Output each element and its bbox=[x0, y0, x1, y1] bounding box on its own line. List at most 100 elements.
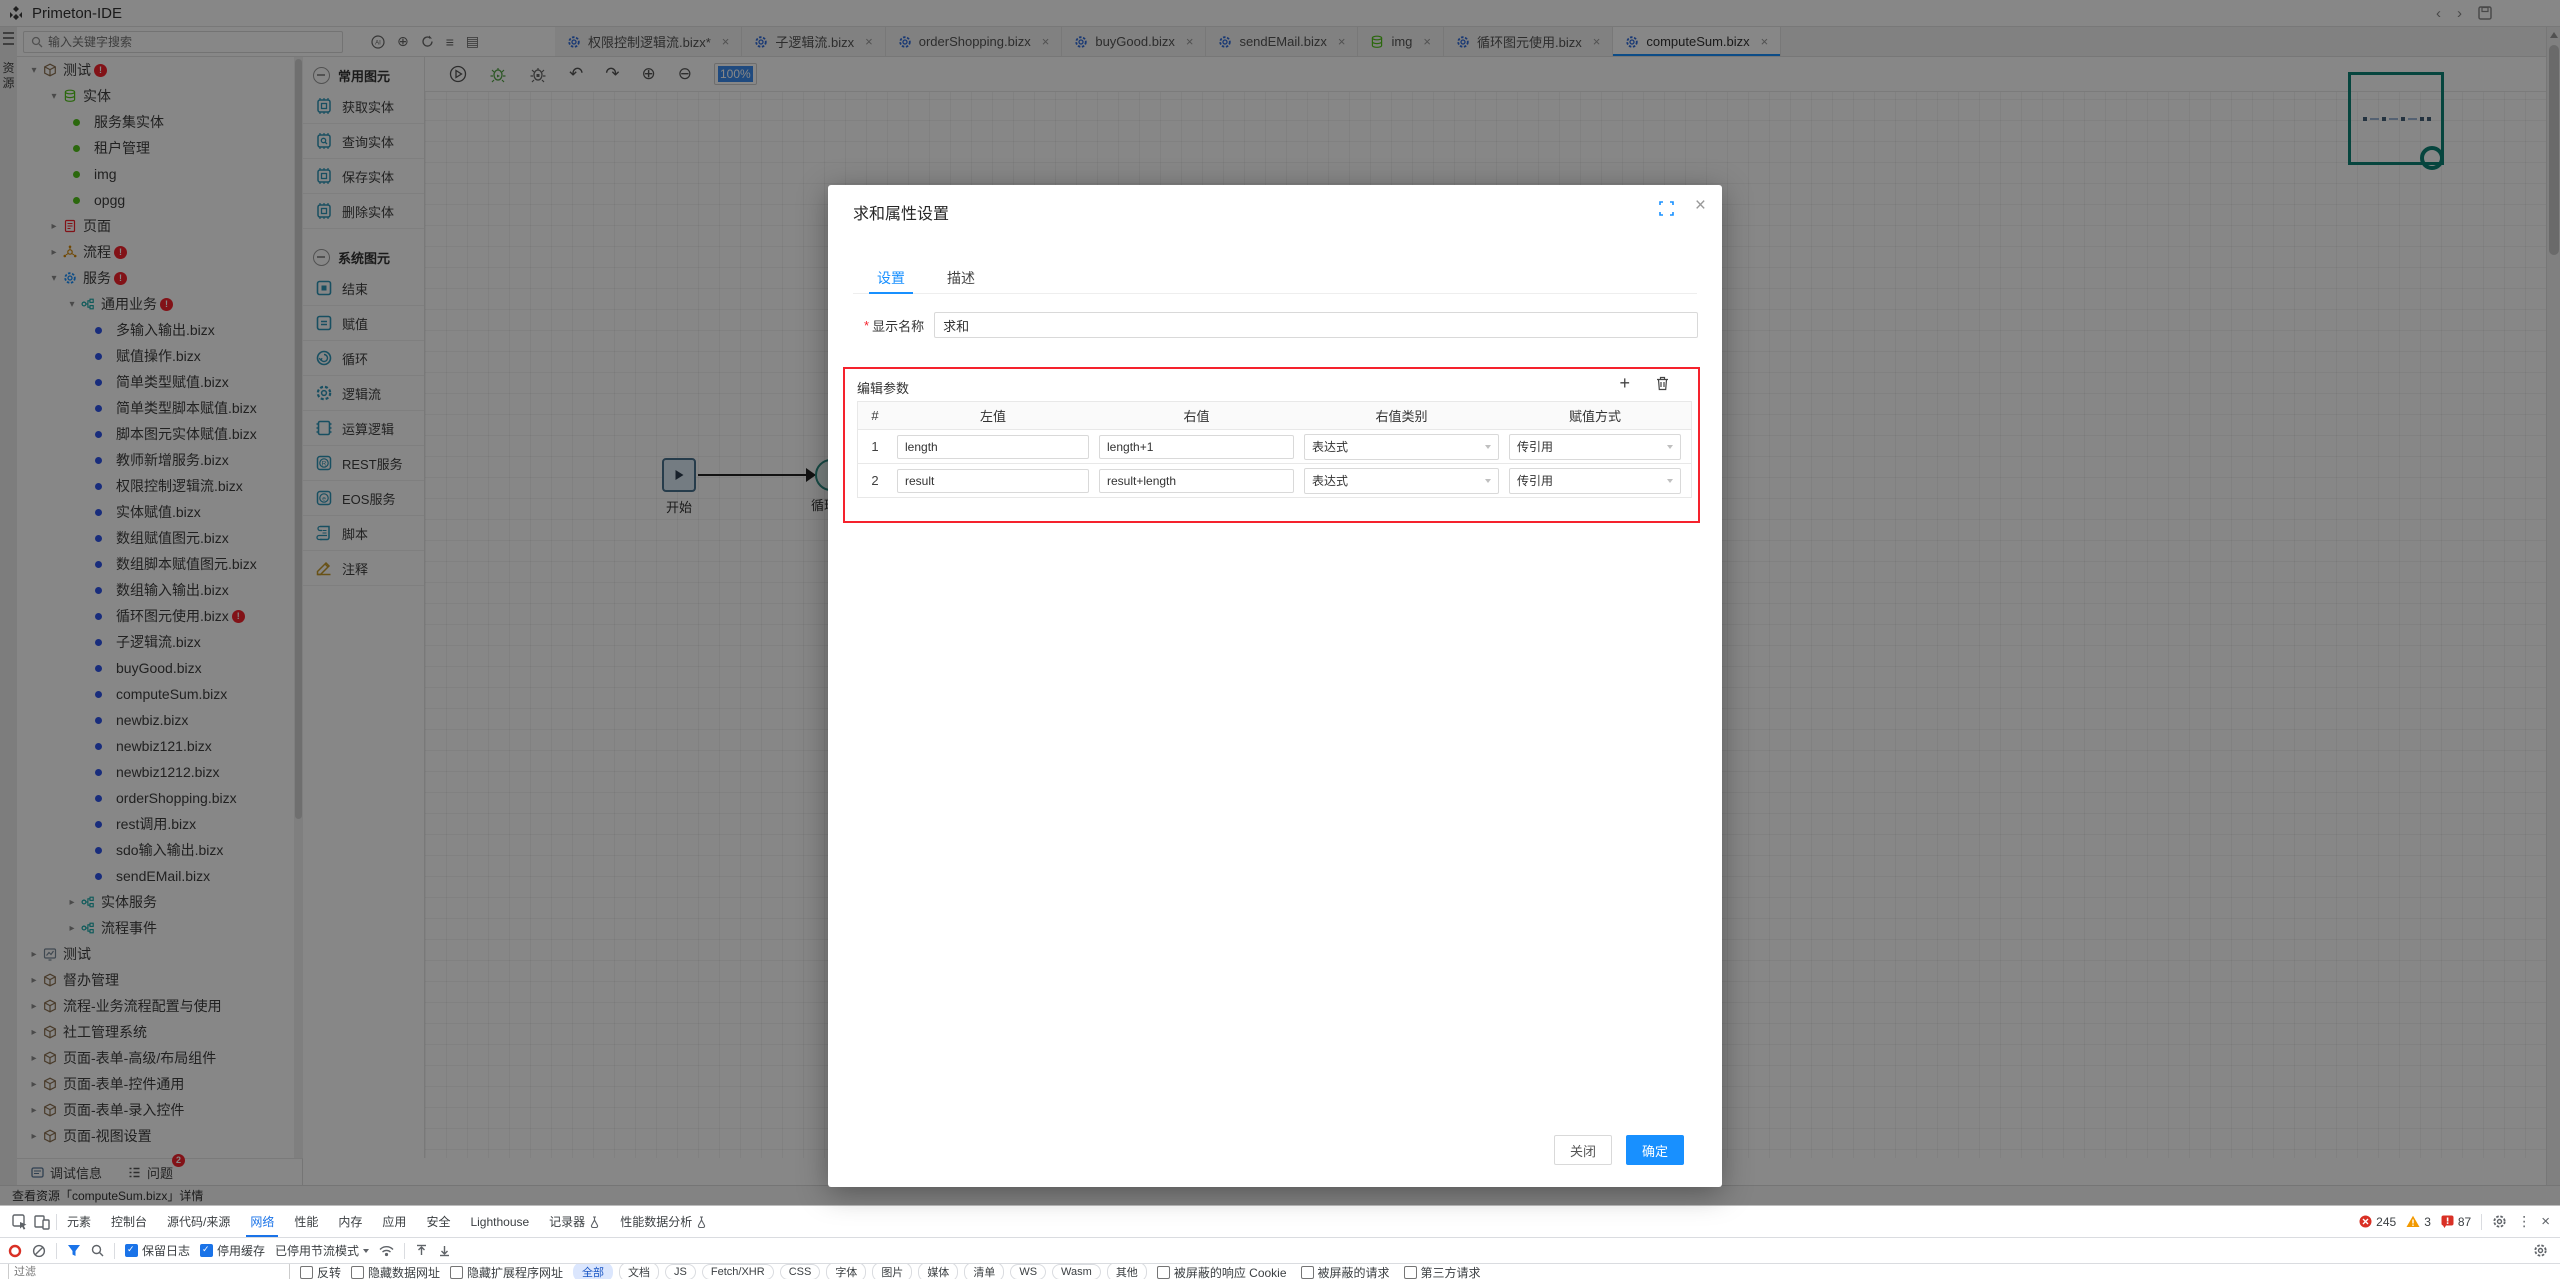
row-1-mode-select[interactable]: 传引用 bbox=[1509, 434, 1681, 460]
issues-icon bbox=[2441, 1215, 2454, 1228]
dialog-tab-设置[interactable]: 设置 bbox=[873, 263, 909, 293]
devtools-tab-label: 网络 bbox=[250, 1213, 274, 1230]
hide-data-urls-checkbox[interactable]: 隐藏数据网址 bbox=[351, 1264, 440, 1279]
filter-pill-JS[interactable]: JS bbox=[665, 1264, 696, 1279]
hide-extension-urls-checkbox[interactable]: 隐藏扩展程序网址 bbox=[450, 1264, 563, 1279]
devtools-tab-label: 记录器 bbox=[549, 1213, 585, 1230]
column-header: 右值类别 bbox=[1299, 406, 1504, 425]
dialog-tabs: 设置 描述 bbox=[853, 263, 1697, 294]
filter-pill-其他[interactable]: 其他 bbox=[1107, 1264, 1147, 1279]
flask-icon bbox=[589, 1216, 600, 1228]
export-har-icon[interactable] bbox=[438, 1244, 451, 1257]
filter-pill-CSS[interactable]: CSS bbox=[780, 1264, 821, 1279]
devtools-tab-性能数据分析[interactable]: 性能数据分析 bbox=[610, 1206, 717, 1237]
error-icon bbox=[2359, 1215, 2372, 1228]
network-toolbar: 保留日志 停用缓存 已停用节流模式 bbox=[0, 1238, 2560, 1264]
throttling-select[interactable]: 已停用节流模式 bbox=[275, 1242, 369, 1259]
devtools-close-icon[interactable]: × bbox=[2541, 1213, 2550, 1230]
network-filter-input[interactable] bbox=[8, 1264, 290, 1279]
filter-checkbox-3[interactable]: 第三方请求 bbox=[1404, 1264, 1481, 1279]
param-row: 2表达式传引用 bbox=[858, 464, 1691, 498]
edit-params-highlight-box: 编辑参数 + #左值右值右值类别赋值方式1表达式传引用2表达式传引用 bbox=[843, 367, 1700, 523]
inspect-element-icon[interactable] bbox=[12, 1214, 28, 1230]
devtools-tab-label: 应用 bbox=[382, 1213, 406, 1230]
devtools-tab-源代码/来源[interactable]: 源代码/来源 bbox=[157, 1206, 240, 1237]
devtools-tab-内存[interactable]: 内存 bbox=[328, 1206, 372, 1237]
add-param-icon[interactable]: + bbox=[1619, 373, 1630, 394]
display-name-label: 显示名称 bbox=[872, 316, 924, 335]
devtools-tab-label: 元素 bbox=[67, 1213, 91, 1230]
devtools-tab-记录器[interactable]: 记录器 bbox=[539, 1206, 610, 1237]
devtools-settings-icon[interactable] bbox=[2492, 1214, 2507, 1229]
display-name-row: * 显示名称 bbox=[864, 311, 1698, 339]
filter-pill-图片[interactable]: 图片 bbox=[872, 1264, 912, 1279]
filter-pill-字体[interactable]: 字体 bbox=[826, 1264, 866, 1279]
row-1-type-select[interactable]: 表达式 bbox=[1304, 434, 1499, 460]
dialog-tab-描述[interactable]: 描述 bbox=[943, 263, 979, 293]
close-icon[interactable]: × bbox=[1695, 195, 1706, 217]
preserve-log-checkbox[interactable]: 保留日志 bbox=[125, 1242, 190, 1259]
row-2-left-input[interactable] bbox=[897, 469, 1089, 493]
invert-checkbox[interactable]: 反转 bbox=[300, 1264, 341, 1279]
column-header: 左值 bbox=[892, 406, 1094, 425]
chevron-down-icon bbox=[1485, 445, 1491, 449]
column-header: # bbox=[858, 408, 892, 423]
filter-pill-文档[interactable]: 文档 bbox=[619, 1264, 659, 1279]
row-1-left-input[interactable] bbox=[897, 435, 1089, 459]
filter-pill-清单[interactable]: 清单 bbox=[964, 1264, 1004, 1279]
devtools-tab-控制台[interactable]: 控制台 bbox=[101, 1206, 157, 1237]
selected-value: 表达式 bbox=[1312, 438, 1348, 455]
delete-param-icon[interactable] bbox=[1655, 376, 1670, 391]
disable-cache-checkbox[interactable]: 停用缓存 bbox=[200, 1242, 265, 1259]
ok-button[interactable]: 确定 bbox=[1626, 1135, 1684, 1165]
filter-pill-WS[interactable]: WS bbox=[1010, 1264, 1046, 1279]
devtools-menu-icon[interactable]: ⋮ bbox=[2517, 1213, 2531, 1230]
warning-count[interactable]: 3 bbox=[2406, 1215, 2431, 1229]
checkbox-label: 被屏蔽的响应 Cookie bbox=[1174, 1264, 1287, 1279]
dialog-footer: 关闭 确定 bbox=[1554, 1135, 1684, 1165]
devtools-tab-元素[interactable]: 元素 bbox=[57, 1206, 101, 1237]
sum-properties-dialog: 求和属性设置 × 设置描述 * 显示名称 编辑参数 + #左值右值右值类别赋值方… bbox=[828, 185, 1722, 1187]
display-name-input[interactable] bbox=[934, 312, 1698, 338]
devtools-tab-Lighthouse[interactable]: Lighthouse bbox=[460, 1206, 539, 1237]
import-har-icon[interactable] bbox=[415, 1244, 428, 1257]
close-button[interactable]: 关闭 bbox=[1554, 1135, 1612, 1165]
row-1-right-input[interactable] bbox=[1099, 435, 1294, 459]
devtools-tab-网络[interactable]: 网络 bbox=[240, 1206, 284, 1237]
row-2-type-select[interactable]: 表达式 bbox=[1304, 468, 1499, 494]
filter-checkbox-1[interactable]: 被屏蔽的响应 Cookie bbox=[1157, 1264, 1287, 1279]
row-2-right-input[interactable] bbox=[1099, 469, 1294, 493]
clear-network-icon[interactable] bbox=[32, 1244, 46, 1258]
search-network-icon[interactable] bbox=[91, 1244, 104, 1257]
filter-checkbox-2[interactable]: 被屏蔽的请求 bbox=[1301, 1264, 1390, 1279]
request-type-pills: 全部文档 JS Fetch/XHR CSS 字体图片媒体清单 WS Wasm 其他 bbox=[573, 1264, 1147, 1279]
fullscreen-icon[interactable] bbox=[1659, 201, 1674, 216]
device-toolbar-icon[interactable] bbox=[34, 1214, 50, 1230]
selected-value: 表达式 bbox=[1312, 472, 1348, 489]
devtools-tab-性能[interactable]: 性能 bbox=[284, 1206, 328, 1237]
flask-icon bbox=[696, 1216, 707, 1228]
chevron-down-icon bbox=[1485, 479, 1491, 483]
devtools-tab-label: 性能数据分析 bbox=[620, 1213, 692, 1230]
column-header: 赋值方式 bbox=[1504, 406, 1686, 425]
error-count[interactable]: 245 bbox=[2359, 1215, 2396, 1229]
row-index: 1 bbox=[858, 439, 892, 454]
devtools-tab-安全[interactable]: 安全 bbox=[416, 1206, 460, 1237]
checkbox-icon bbox=[1301, 1266, 1314, 1279]
filter-pill-媒体[interactable]: 媒体 bbox=[918, 1264, 958, 1279]
checkbox-icon bbox=[1404, 1266, 1417, 1279]
filter-pill-Wasm[interactable]: Wasm bbox=[1052, 1264, 1101, 1279]
issues-count[interactable]: 87 bbox=[2441, 1215, 2471, 1229]
network-settings-icon[interactable] bbox=[2533, 1243, 2548, 1258]
filter-pill-Fetch/XHR[interactable]: Fetch/XHR bbox=[702, 1264, 774, 1279]
checkbox-label: 第三方请求 bbox=[1421, 1264, 1481, 1279]
network-filter-bar: 反转 隐藏数据网址 隐藏扩展程序网址 全部文档 JS Fetch/XHR CSS 字体图… bbox=[0, 1264, 2560, 1279]
filter-icon[interactable] bbox=[67, 1244, 81, 1257]
record-network-icon[interactable] bbox=[8, 1244, 22, 1258]
dialog-title: 求和属性设置 bbox=[853, 200, 949, 224]
filter-pill-全部[interactable]: 全部 bbox=[573, 1264, 613, 1279]
network-conditions-icon[interactable] bbox=[379, 1245, 394, 1257]
row-2-mode-select[interactable]: 传引用 bbox=[1509, 468, 1681, 494]
devtools-tab-应用[interactable]: 应用 bbox=[372, 1206, 416, 1237]
selected-value: 传引用 bbox=[1517, 438, 1553, 455]
